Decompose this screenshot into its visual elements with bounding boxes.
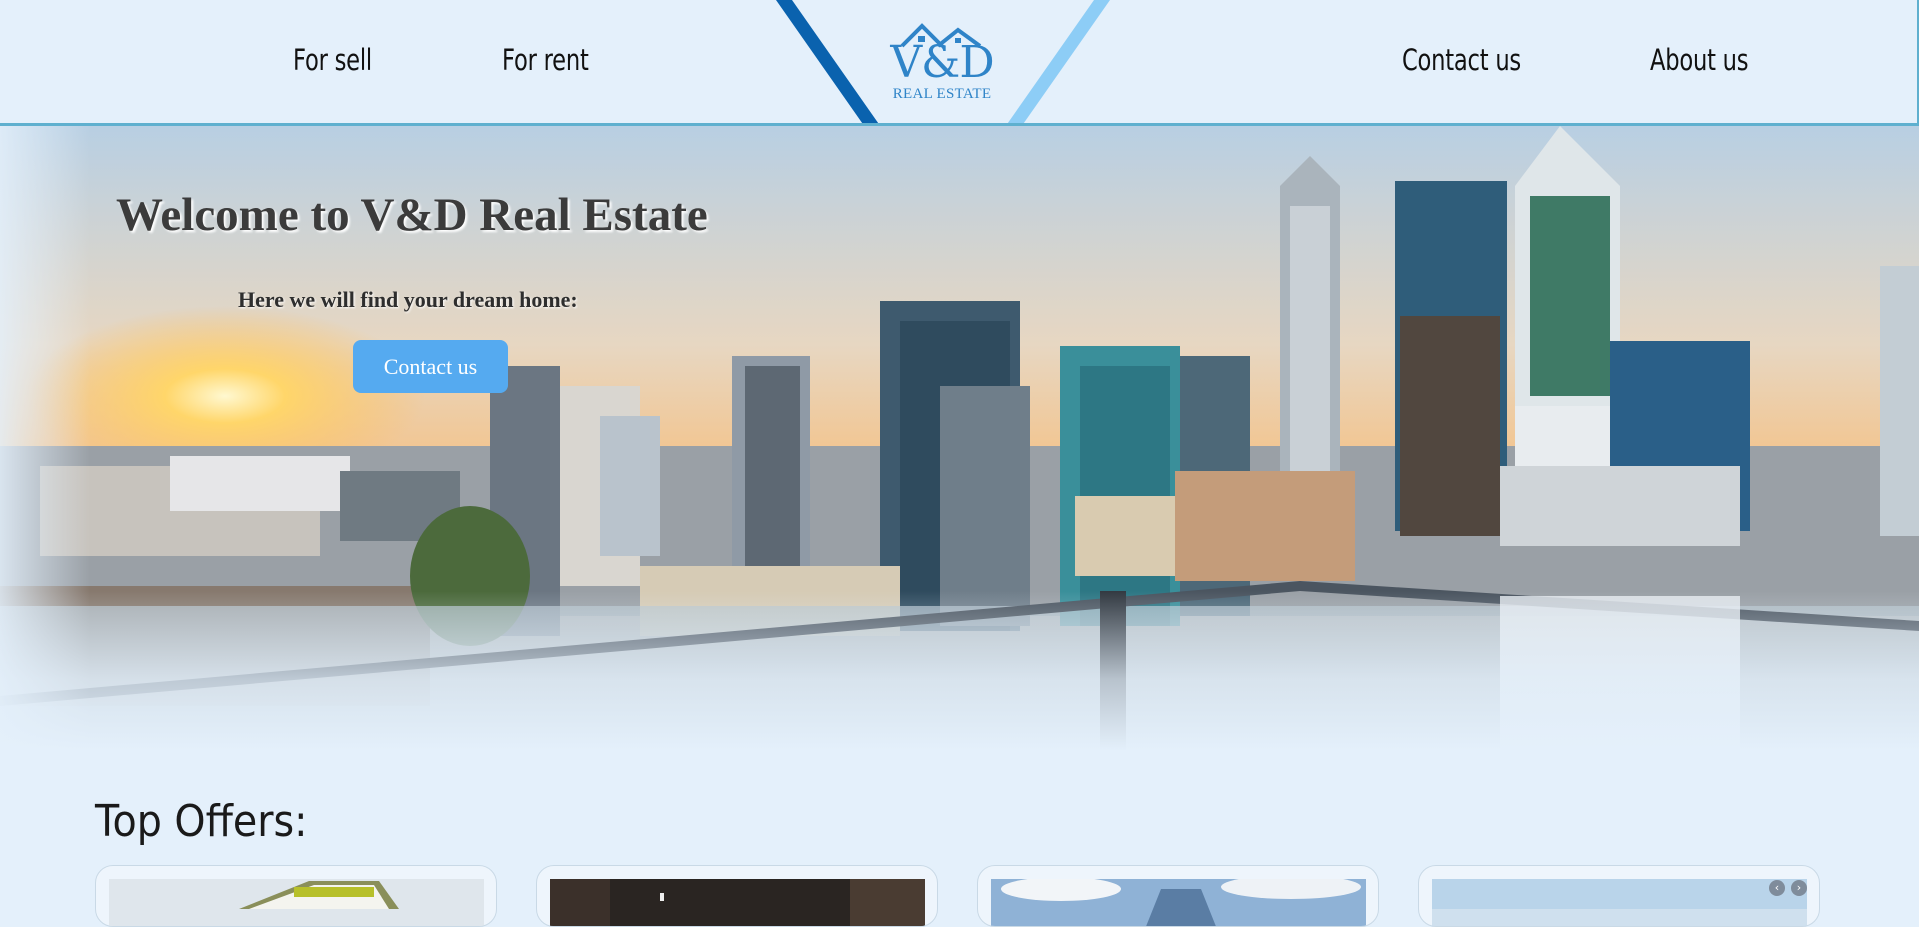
- offer-interior-photo: [550, 879, 925, 926]
- offer-card[interactable]: [977, 865, 1379, 927]
- site-logo[interactable]: V&D REAL ESTATE: [888, 22, 996, 106]
- offers-heading: Top Offers:: [95, 796, 308, 847]
- offer-card[interactable]: [95, 865, 497, 927]
- offer-card[interactable]: ‹ ›: [1418, 865, 1820, 927]
- logo-subtitle: REAL ESTATE: [892, 86, 992, 102]
- decorative-stripe-light: [1007, 0, 1110, 123]
- chevron-right-icon[interactable]: ›: [1791, 880, 1807, 896]
- nav-for-sell[interactable]: For sell: [293, 36, 372, 84]
- offer-tower-photo: [991, 879, 1366, 926]
- hero-contact-button[interactable]: Contact us: [353, 340, 508, 393]
- offer-sky-photo: [1432, 879, 1807, 926]
- nav-for-rent[interactable]: For rent: [502, 36, 589, 84]
- hero-title: Welcome to V&D Real Estate: [116, 189, 708, 241]
- chevron-left-icon[interactable]: ‹: [1769, 880, 1785, 896]
- logo-mark: V&D: [890, 37, 994, 88]
- nav-contact-us[interactable]: Contact us: [1402, 36, 1521, 84]
- carousel-controls: ‹ ›: [1769, 880, 1807, 896]
- decorative-stripe-dark: [776, 0, 879, 123]
- offer-card[interactable]: [536, 865, 938, 927]
- nav-about-us[interactable]: About us: [1650, 36, 1749, 84]
- offer-building-photo: [109, 879, 484, 926]
- site-header: For sell For rent V&D REAL ESTATE Contac…: [0, 0, 1919, 126]
- hero-subtitle: Here we will find your dream home:: [238, 287, 578, 312]
- hero-bottom-fade: [0, 591, 1919, 751]
